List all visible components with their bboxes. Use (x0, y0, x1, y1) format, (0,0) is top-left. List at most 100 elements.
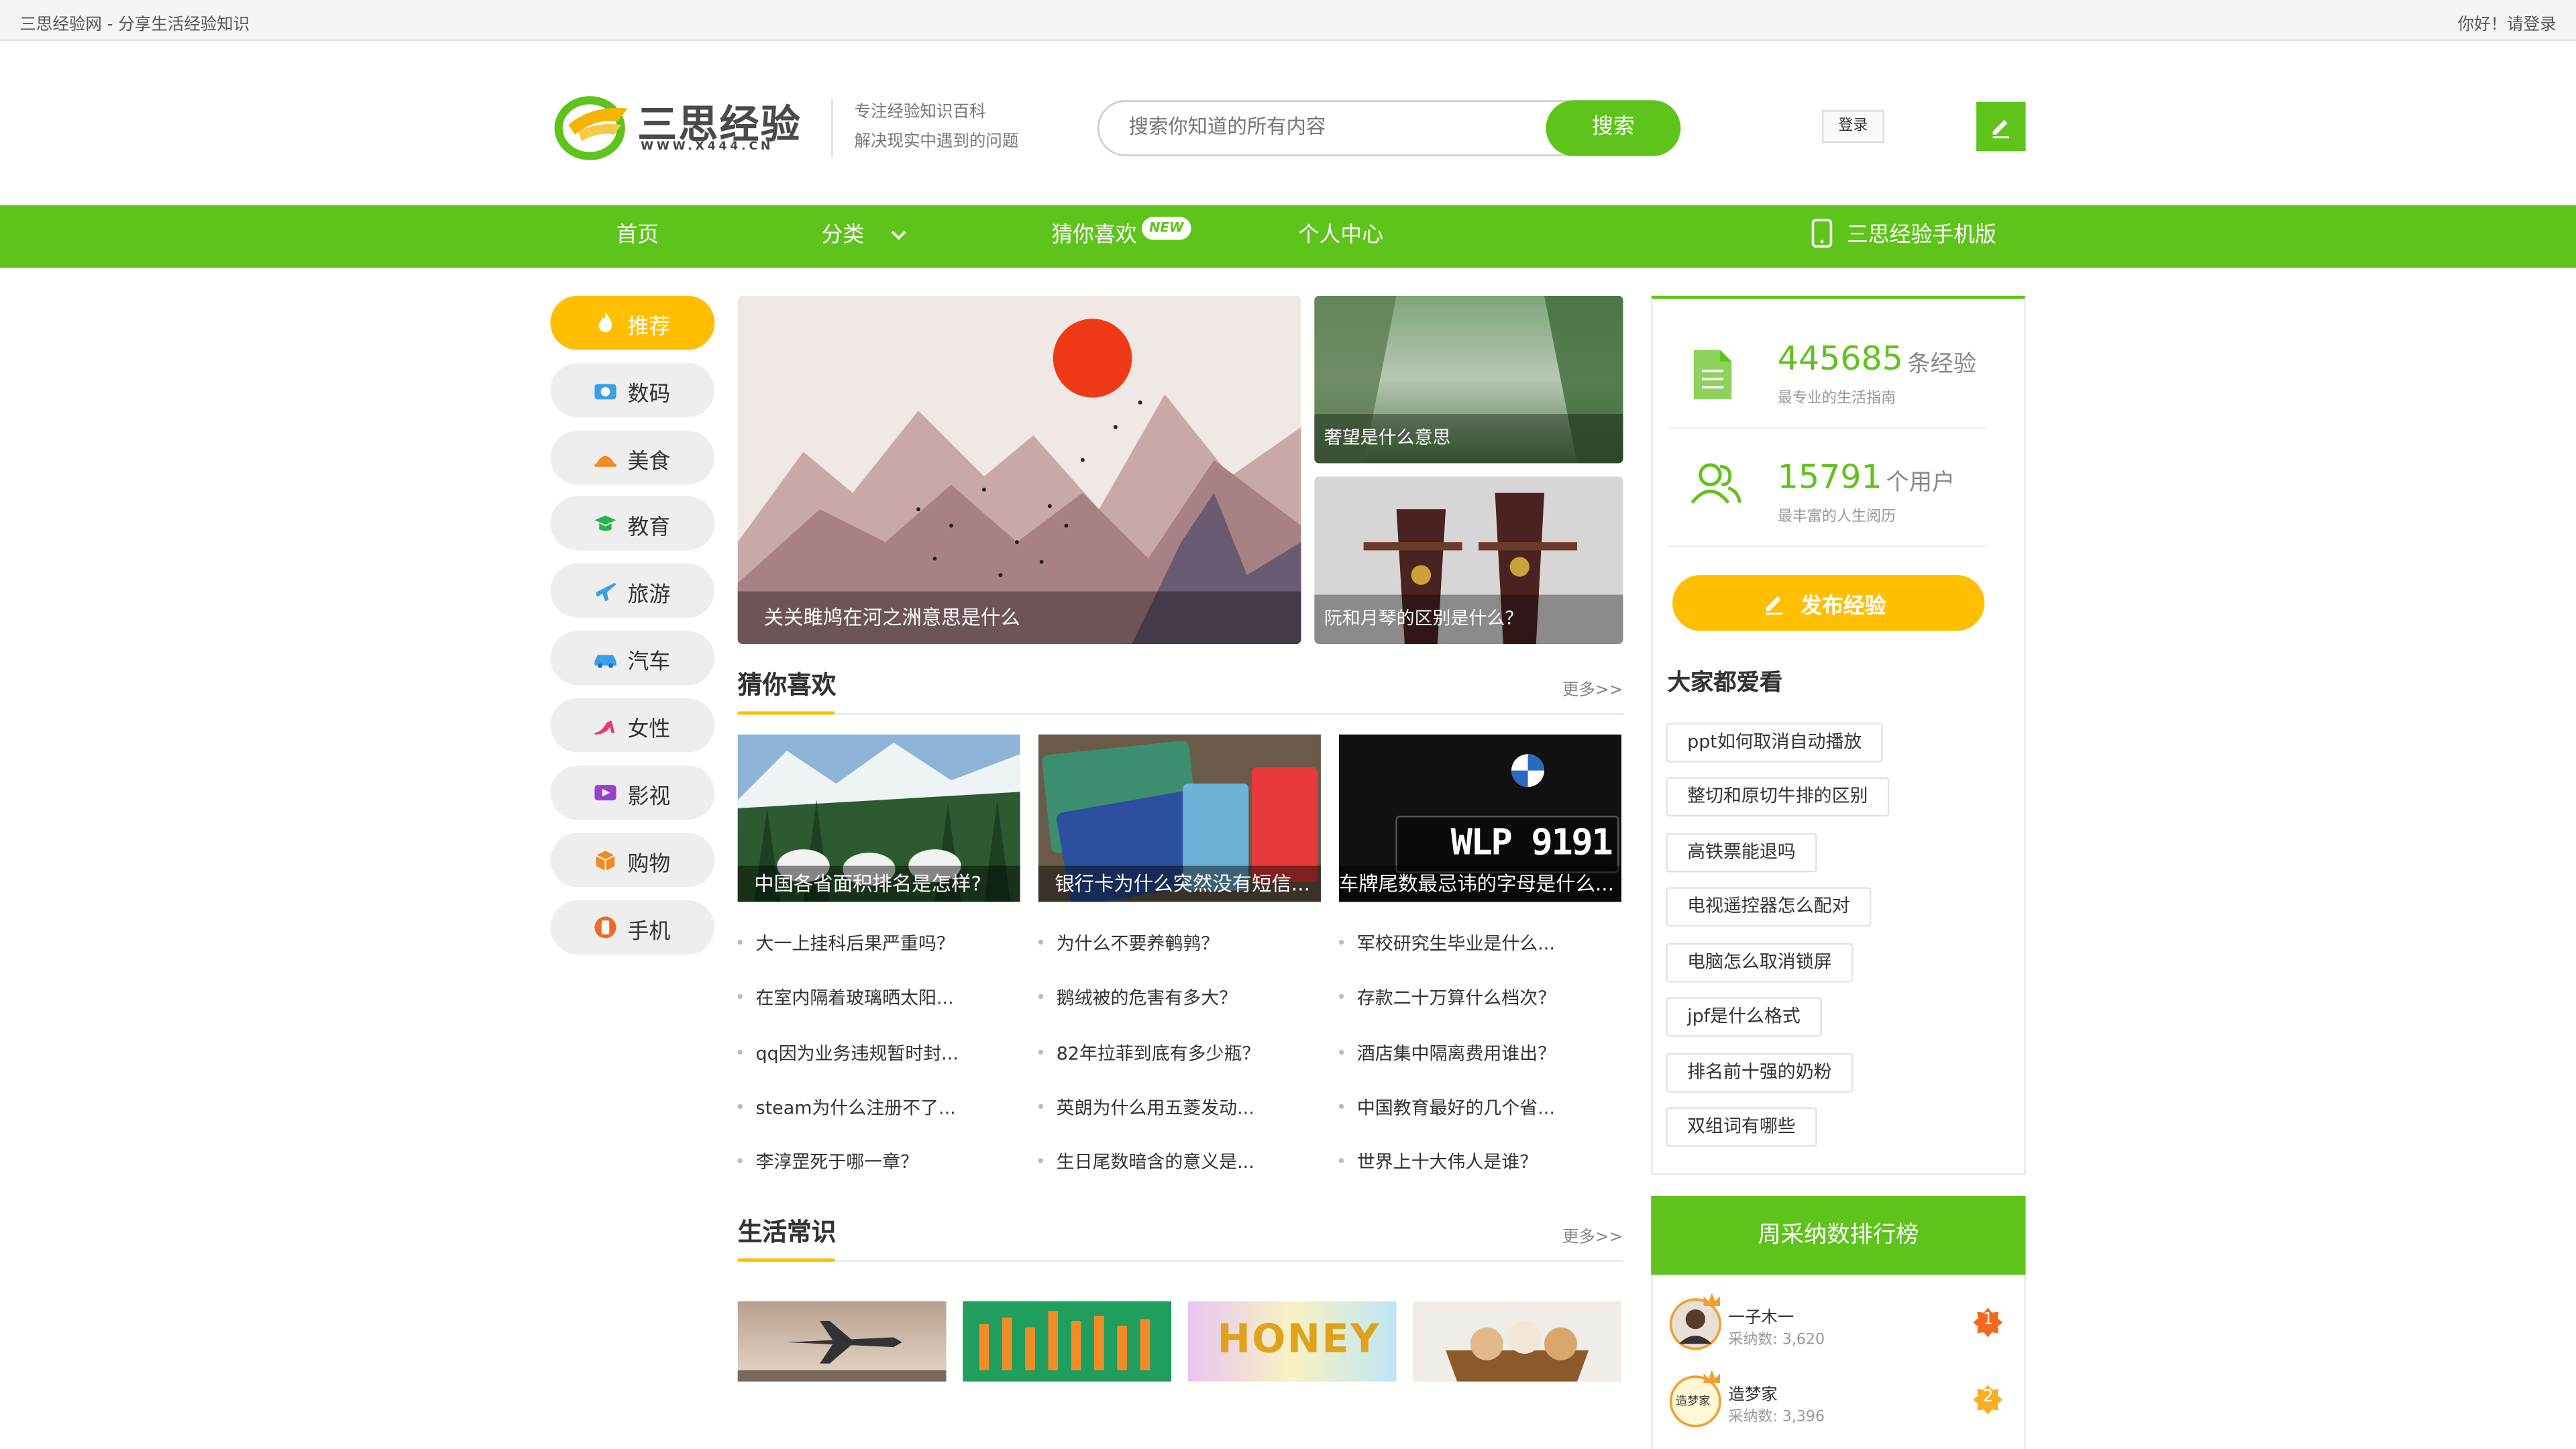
ranking-user-name: 一子木一 (1728, 1309, 1794, 1328)
popular-tag[interactable]: ppt如何取消自动播放 (1666, 722, 1884, 763)
slogan-line: 专注经验知识百科 (854, 103, 986, 122)
featured-banner-side-bottom[interactable]: 阮和月琴的区别是什么？ (1314, 476, 1623, 645)
thumb-card[interactable]: 中国各省面积排名是怎样? (737, 734, 1020, 902)
life-card[interactable]: HONEY (1187, 1301, 1397, 1382)
nav-personal-center[interactable]: 个人中心 (1298, 205, 1383, 268)
guess-list-item[interactable]: 在室内隔着玻璃晒太阳... (737, 984, 954, 1010)
experience-count: 445685 (1777, 338, 1903, 378)
dish-icon (594, 455, 616, 467)
nav-categories-label: 分类 (821, 223, 865, 248)
life-card[interactable] (963, 1301, 1172, 1382)
popular-tag[interactable]: 电脑怎么取消锁屏 (1666, 943, 1854, 983)
category-item-phone[interactable]: 手机 (550, 900, 715, 955)
write-button[interactable] (1976, 101, 2026, 152)
search-input[interactable] (1128, 115, 1540, 138)
graduation-cap-icon (594, 515, 616, 531)
guess-list-item[interactable]: 82年拉菲到底有多少瓶？ (1038, 1040, 1260, 1066)
nav-guess-you-like[interactable]: 猜你喜欢 (1051, 205, 1136, 268)
life-card[interactable] (737, 1301, 947, 1382)
stats-divider (1667, 545, 1986, 547)
guess-list-item[interactable]: qq因为业务违规暂时封... (737, 1040, 959, 1066)
category-label: 数码 (627, 382, 671, 408)
category-item-shopping[interactable]: 购物 (550, 833, 715, 888)
guess-list-item[interactable]: 军校研究生毕业是什么... (1339, 930, 1555, 956)
category-item-travel[interactable]: 旅游 (550, 564, 715, 618)
life-image-airplane (737, 1301, 947, 1382)
section-underline (737, 1258, 835, 1262)
guess-list-item[interactable]: 鹅绒被的危害有多大？ (1038, 984, 1237, 1010)
guess-list-item[interactable]: 存款二十万算什么档次？ (1338, 984, 1556, 1010)
category-label: 美食 (627, 450, 671, 475)
main-nav (0, 205, 2576, 268)
nav-mobile-label: 三思经验手机版 (1846, 223, 1996, 248)
ranking-user-count: 采纳数: 3,396 (1728, 1409, 1825, 1426)
guess-list-item[interactable]: 大一上挂科后果严重吗？ (737, 930, 955, 956)
nav-home[interactable]: 首页 (616, 205, 659, 268)
section-divider (737, 1260, 1623, 1262)
more-link-guess[interactable]: 更多>> (1562, 676, 1623, 700)
popular-tag[interactable]: 整切和原切牛排的区别 (1666, 777, 1890, 817)
publish-experience-button[interactable]: 发布经验 (1672, 575, 1985, 631)
thumb-caption: 车牌尾数最忌讳的字母是什么... (1338, 865, 1622, 902)
ranking-row[interactable]: 造梦家 造梦家 采纳数: 3,396 2 (1666, 1368, 2010, 1434)
popular-tag[interactable]: jpf是什么格式 (1666, 997, 1822, 1037)
site-logo[interactable]: 三思经验 WWW.X444.CN (552, 89, 815, 161)
nav-mobile-version[interactable]: 三思经验手机版 (1811, 205, 1996, 268)
thumb-caption: 银行卡为什么突然没有短信... (1038, 865, 1321, 902)
search-button[interactable]: 搜索 (1546, 100, 1681, 156)
category-label: 影视 (627, 785, 671, 810)
category-item-film[interactable]: 影视 (550, 765, 715, 820)
section-underline (737, 711, 835, 715)
thumb-card[interactable]: WLP 9191 车牌尾数最忌讳的字母是什么... (1338, 734, 1622, 902)
publish-label: 发布经验 (1801, 594, 1886, 620)
category-item-education[interactable]: 教育 (550, 496, 715, 551)
user-unit: 个用户 (1886, 470, 1955, 496)
category-label: 女性 (627, 718, 671, 743)
high-heel-icon (594, 720, 615, 735)
life-image-chart (963, 1301, 1172, 1382)
guess-list-item[interactable]: 生日尾数暗含的意义是... (1038, 1148, 1254, 1175)
banner-caption: 关关雎鸠在河之洲意思是什么 (737, 591, 1301, 645)
popular-tag[interactable]: 排名前十强的奶粉 (1666, 1053, 1854, 1093)
nav-categories[interactable]: 分类 (821, 205, 907, 268)
category-item-food[interactable]: 美食 (550, 430, 715, 485)
document-icon (1693, 350, 1732, 400)
category-item-recommend[interactable]: 推荐 (550, 295, 715, 350)
guess-list-item[interactable]: 酒店集中隔离费用谁出？ (1338, 1040, 1556, 1066)
rank-number: 1 (1982, 1311, 1994, 1330)
banner-caption: 阮和月琴的区别是什么？ (1314, 594, 1623, 645)
life-card[interactable] (1413, 1301, 1622, 1382)
more-link-life[interactable]: 更多>> (1562, 1222, 1623, 1247)
popular-tag[interactable]: 双组词有哪些 (1666, 1107, 1817, 1147)
thumb-card[interactable]: 银行卡为什么突然没有短信... (1038, 734, 1321, 902)
login-button[interactable]: 登录 (1821, 110, 1884, 144)
life-image-puppies (1413, 1301, 1622, 1382)
pencil-icon (1992, 119, 2010, 139)
honey-text: HONEY (1217, 1316, 1381, 1362)
crown-icon (1703, 1370, 1721, 1384)
guess-list-item[interactable]: steam为什么注册不了... (737, 1094, 956, 1120)
category-label: 购物 (627, 853, 671, 877)
guess-list-item[interactable]: 李淳罡死于哪一章？ (737, 1148, 918, 1175)
pencil-icon (1766, 596, 1783, 615)
guess-list-item[interactable]: 为什么不要养鹌鹑？ (1038, 930, 1219, 956)
camera-icon (594, 384, 616, 400)
category-label: 手机 (627, 920, 671, 945)
guess-list-item[interactable]: 英朗为什么用五菱发动... (1038, 1094, 1254, 1120)
category-item-digital[interactable]: 数码 (550, 363, 715, 418)
category-item-car[interactable]: 汽车 (550, 631, 715, 686)
category-label: 推荐 (627, 315, 671, 340)
featured-banner-side-top[interactable]: 奢望是什么意思 (1314, 295, 1623, 464)
login-greeting-link[interactable]: 你好！请登录 (2458, 10, 2557, 35)
rank-number: 2 (1982, 1388, 1994, 1407)
featured-banner-main[interactable]: 关关雎鸠在河之洲意思是什么 (737, 295, 1301, 645)
ranking-row[interactable]: 一子木一 采纳数: 3,620 1 (1666, 1291, 2010, 1357)
section-title-popular: 大家都爱看 (1667, 670, 1783, 697)
popular-tag[interactable]: 高铁票能退吗 (1666, 833, 1817, 873)
popular-tag[interactable]: 电视遥控器怎么配对 (1666, 887, 1872, 927)
guess-list-item[interactable]: 中国教育最好的几个省... (1339, 1094, 1555, 1120)
top-bar: 三思经验网 - 分享生活经验知识 你好！请登录 (0, 0, 2576, 42)
guess-list-item[interactable]: 世界上十大伟人是谁？ (1338, 1148, 1538, 1175)
category-label: 旅游 (627, 583, 671, 608)
category-item-women[interactable]: 女性 (550, 698, 715, 753)
